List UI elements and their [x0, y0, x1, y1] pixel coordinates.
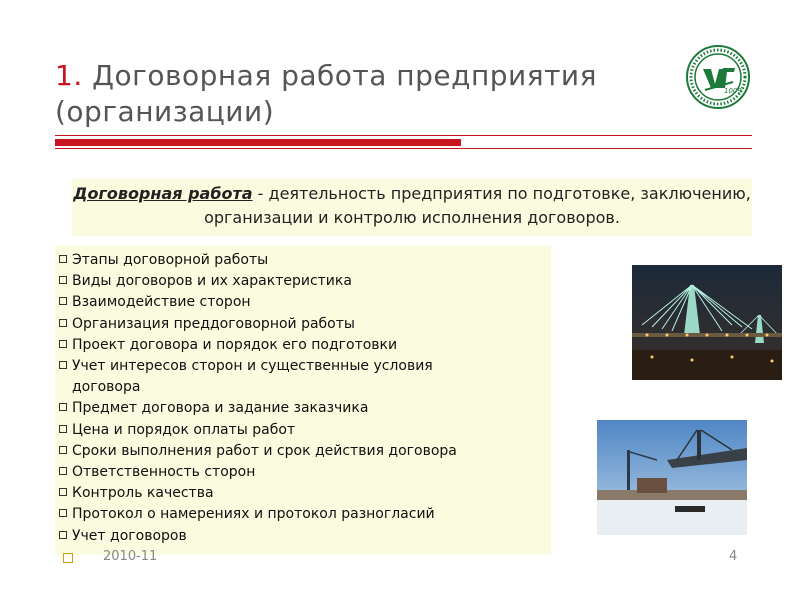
footer-bullet-icon	[63, 553, 73, 563]
list-item: Контроль качества	[59, 483, 546, 504]
checkbox-bullet-icon	[59, 361, 67, 370]
list-item: Виды договоров и их характеристика	[59, 271, 546, 292]
list-item: Ответственность сторон	[59, 462, 546, 483]
list-item: Учет договоров	[59, 526, 546, 547]
topics-list: Этапы договорной работы Виды договоров и…	[55, 245, 551, 555]
list-item: Взаимодействие сторон	[59, 292, 546, 313]
university-logo: 1009	[683, 44, 753, 110]
footer-date: 2010-11	[103, 549, 158, 564]
definition-text: - деятельность предприятия по подготовке…	[204, 184, 751, 227]
list-item: Цена и порядок оплаты работ	[59, 420, 546, 441]
seal-icon: 1009	[683, 44, 753, 110]
checkbox-bullet-icon	[59, 255, 67, 263]
list-item: Учет интересов сторон и существенные усл…	[59, 356, 546, 398]
list-item: Сроки выполнения работ и срок действия д…	[59, 441, 546, 462]
title-text: Договорная работа предприятия (организац…	[55, 59, 597, 128]
definition-box: Договорная работа - деятельность предпри…	[72, 179, 752, 236]
checkbox-bullet-icon	[59, 530, 67, 539]
header-divider-top	[55, 135, 752, 136]
list-item: Проект договора и порядок его подготовки	[59, 335, 546, 356]
list-item: Этапы договорной работы	[59, 250, 546, 271]
list-item: Организация преддоговорной работы	[59, 314, 546, 335]
title-number: 1.	[55, 59, 83, 92]
list-item: Предмет договора и задание заказчика	[59, 398, 546, 419]
checkbox-bullet-icon	[59, 339, 67, 348]
definition-term: Договорная работа	[73, 184, 253, 203]
list-item: Протокол о намерениях и протокол разногл…	[59, 504, 546, 525]
checkbox-bullet-icon	[59, 403, 67, 412]
checkbox-bullet-icon	[59, 424, 67, 433]
svg-text:1009: 1009	[724, 87, 742, 95]
header-accent-bar	[55, 139, 461, 146]
checkbox-bullet-icon	[59, 276, 67, 285]
bridge-construction-photo	[597, 420, 747, 535]
checkbox-bullet-icon	[59, 509, 67, 518]
checkbox-bullet-icon	[59, 445, 67, 454]
checkbox-bullet-icon	[59, 318, 67, 327]
bridge-night-photo	[632, 265, 782, 380]
checkbox-bullet-icon	[59, 297, 67, 306]
checkbox-bullet-icon	[59, 467, 67, 476]
page-number: 4	[729, 549, 738, 564]
checkbox-bullet-icon	[59, 488, 67, 497]
slide-title: 1. Договорная работа предприятия (органи…	[55, 58, 655, 130]
header-divider-bottom	[55, 148, 752, 149]
